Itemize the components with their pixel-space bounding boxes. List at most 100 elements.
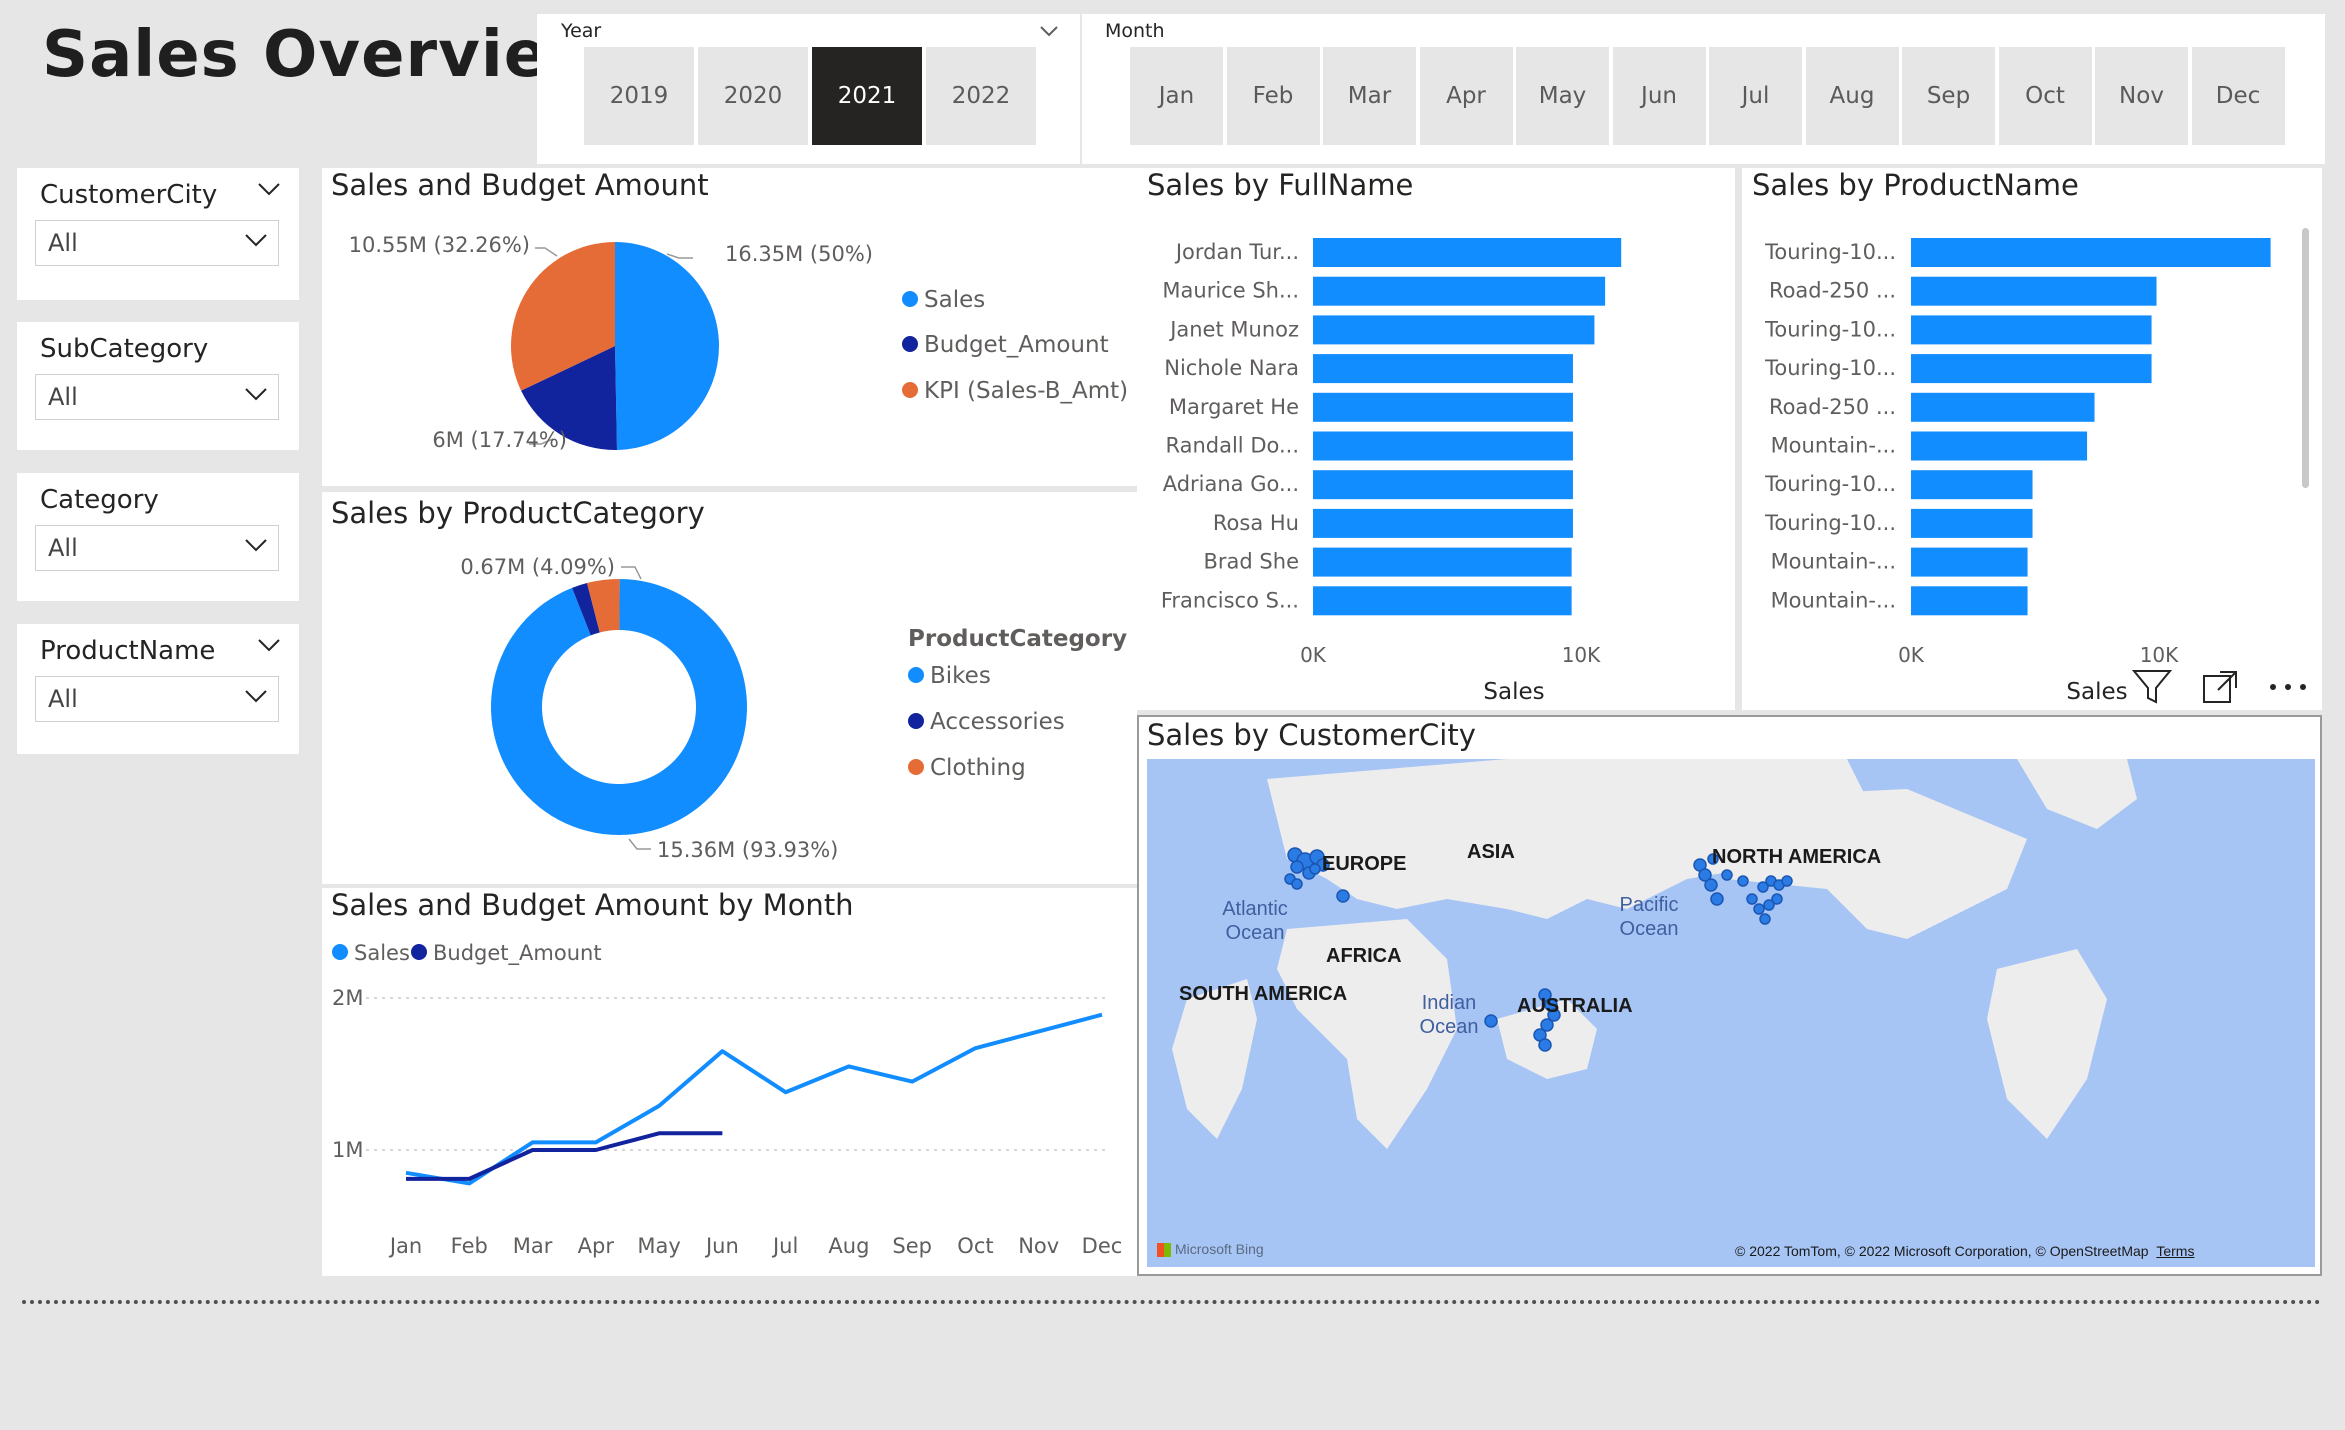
category-label: Randall Do...: [1165, 434, 1299, 458]
bar[interactable]: [1911, 354, 2152, 384]
map-canvas[interactable]: EUROPE ASIA AFRICA SOUTH AMERICA NORTH A…: [1147, 759, 2315, 1267]
bar[interactable]: [1313, 392, 1573, 422]
more-options-icon[interactable]: [2268, 682, 2308, 692]
terms-link[interactable]: Terms: [2156, 1243, 2194, 1259]
productname-bar-visual[interactable]: Sales by ProductName Touring-10... Road-2…: [1742, 168, 2322, 710]
bar[interactable]: [1911, 276, 2157, 306]
bar[interactable]: [1911, 238, 2271, 267]
filter-icon[interactable]: [2131, 668, 2173, 706]
map-visual[interactable]: Sales by CustomerCity EUROPE ASIA AFRICA…: [1137, 715, 2322, 1276]
year-option-2022[interactable]: 2022: [925, 46, 1037, 146]
month-option-jun[interactable]: Jun: [1611, 46, 1707, 146]
month-option-feb[interactable]: Feb: [1225, 46, 1321, 146]
legend-title: ProductCategory: [908, 626, 1128, 652]
scrollbar[interactable]: [2302, 228, 2309, 488]
month-option-apr[interactable]: Apr: [1418, 46, 1514, 146]
month-option-mar[interactable]: Mar: [1322, 46, 1417, 146]
x-tick-label: Aug: [828, 1234, 869, 1258]
chevron-down-icon: [245, 539, 267, 552]
category-label: Road-250 ...: [1769, 395, 1896, 419]
tick-label: 10K: [2140, 643, 2179, 667]
x-tick-label: Nov: [1018, 1234, 1059, 1258]
customercity-dropdown[interactable]: All: [35, 220, 279, 266]
bar[interactable]: [1911, 315, 2152, 345]
chevron-down-icon[interactable]: [257, 638, 281, 652]
bar[interactable]: [1313, 586, 1572, 616]
month-option-jul[interactable]: Jul: [1708, 46, 1803, 146]
legend-item-clothing[interactable]: Clothing: [908, 755, 1026, 781]
fullname-bar-visual[interactable]: Sales by FullName Jordan Tur... Maurice S…: [1137, 168, 1735, 710]
legend-dot: [902, 381, 918, 398]
series-line-1[interactable]: [406, 1131, 723, 1181]
productname-dropdown[interactable]: All: [35, 676, 279, 722]
month-option-oct[interactable]: Oct: [1997, 46, 2093, 146]
bar[interactable]: [1313, 508, 1573, 538]
filter-title: Category: [40, 485, 159, 515]
leader-line: [628, 838, 651, 850]
bar[interactable]: [1911, 508, 2033, 538]
year-option-2019[interactable]: 2019: [583, 46, 695, 146]
x-tick-label: May: [637, 1234, 680, 1258]
category-label: Touring-10...: [1764, 240, 1896, 264]
axis-title: Sales: [1483, 679, 1544, 705]
month-option-nov[interactable]: Nov: [2094, 46, 2189, 146]
category-label: Touring-10...: [1764, 511, 1896, 535]
category-label: Touring-10...: [1764, 356, 1896, 380]
chevron-down-icon[interactable]: [257, 182, 281, 196]
subcategory-dropdown[interactable]: All: [35, 374, 279, 420]
legend-item-bikes[interactable]: Bikes: [908, 663, 991, 689]
map-attribution: © 2022 TomTom, © 2022 Microsoft Corporat…: [1735, 1243, 2194, 1259]
bar[interactable]: [1313, 315, 1595, 345]
chevron-down-icon[interactable]: [1039, 24, 1059, 38]
bar[interactable]: [1313, 354, 1573, 384]
chevron-down-icon: [245, 388, 267, 401]
bar[interactable]: [1911, 547, 2028, 577]
y-tick-label: 2M: [332, 986, 363, 1010]
map-label-asia: ASIA: [1467, 841, 1515, 863]
pie-visual[interactable]: Sales and Budget Amount 16.35M (50%) 6M (…: [322, 168, 1137, 486]
donut-visual[interactable]: Sales by ProductCategory 15.36M (93.93%)…: [322, 492, 1137, 884]
filter-category: Category All: [17, 473, 299, 601]
month-slicer-label: Month: [1105, 20, 1165, 42]
month-option-dec[interactable]: Dec: [2190, 46, 2286, 146]
x-tick-label: Apr: [578, 1234, 615, 1258]
line-visual[interactable]: Sales and Budget Amount by Month Sales B…: [322, 888, 1137, 1276]
pie-slice-0[interactable]: [615, 242, 720, 450]
bing-logo: Microsoft Bing: [1157, 1241, 1264, 1258]
map-label-north-america: NORTH AMERICA: [1712, 846, 1882, 868]
filter-productname: ProductName All: [17, 624, 299, 754]
page-title: Sales Overview: [42, 18, 609, 92]
legend-label: Budget_Amount: [924, 332, 1109, 358]
legend-item-sales[interactable]: Sales: [902, 287, 985, 313]
bar[interactable]: [1313, 470, 1573, 500]
category-dropdown[interactable]: All: [35, 525, 279, 571]
bar[interactable]: [1313, 547, 1572, 577]
tick-label: 0K: [1300, 643, 1327, 667]
month-option-sep[interactable]: Sep: [1901, 46, 1996, 146]
legend-label: Accessories: [930, 709, 1065, 735]
month-option-aug[interactable]: Aug: [1804, 46, 1900, 146]
focus-mode-icon[interactable]: [2202, 670, 2238, 704]
year-slicer-label: Year: [561, 20, 602, 42]
bar[interactable]: [1313, 238, 1622, 267]
bar[interactable]: [1911, 586, 2028, 616]
x-tick-label: Oct: [957, 1234, 993, 1258]
year-option-2020[interactable]: 2020: [697, 46, 809, 146]
category-label: Margaret He: [1169, 395, 1299, 419]
legend-item-kpi[interactable]: KPI (Sales-B_Amt): [902, 378, 1128, 404]
filter-title: ProductName: [40, 636, 216, 666]
leader-line: [621, 566, 642, 580]
tick-label: 10K: [1562, 643, 1601, 667]
category-label: Mountain-...: [1771, 588, 1896, 612]
bar[interactable]: [1911, 470, 2033, 500]
visual-title: Sales by CustomerCity: [1147, 718, 1476, 752]
bar[interactable]: [1911, 392, 2095, 422]
bar[interactable]: [1313, 276, 1606, 306]
legend-item-budget[interactable]: Budget_Amount: [902, 332, 1109, 358]
year-option-2021[interactable]: 2021: [811, 46, 923, 146]
legend-item-accessories[interactable]: Accessories: [908, 709, 1065, 735]
bar[interactable]: [1313, 431, 1573, 461]
month-option-may[interactable]: May: [1515, 46, 1610, 146]
bar[interactable]: [1911, 431, 2088, 461]
month-option-jan[interactable]: Jan: [1129, 46, 1224, 146]
